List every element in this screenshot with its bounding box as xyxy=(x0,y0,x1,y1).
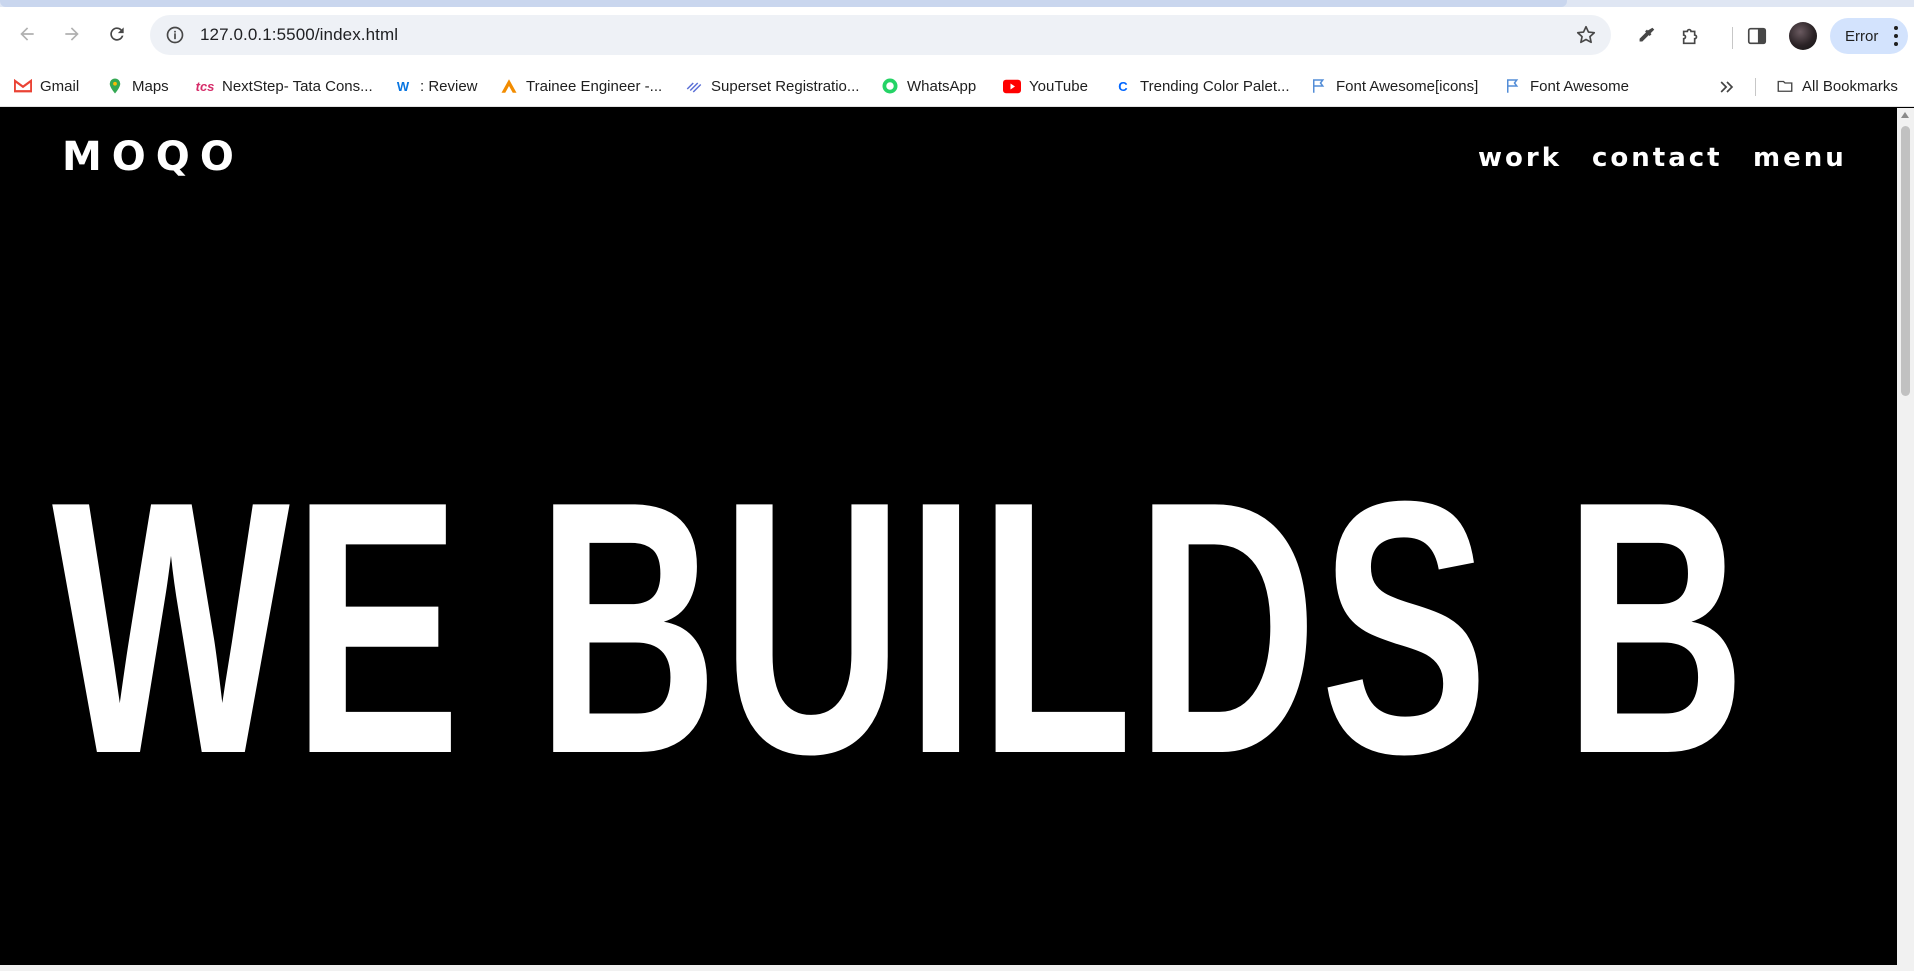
forward-button[interactable] xyxy=(55,17,89,51)
page-viewport: MOQO work contact menu WE BUILDS B xyxy=(0,108,1897,965)
bookmark-review[interactable]: W : Review xyxy=(394,74,478,98)
horizontal-scrollbar[interactable] xyxy=(0,965,1914,971)
nav-work-link[interactable]: work xyxy=(1478,143,1562,173)
maps-icon xyxy=(106,77,124,95)
scroll-up-arrow-icon[interactable] xyxy=(1901,112,1909,118)
arrow-right-icon xyxy=(65,27,79,41)
nav-contact-link[interactable]: contact xyxy=(1592,143,1723,173)
reload-button[interactable] xyxy=(100,17,134,51)
site-header: MOQO work contact menu xyxy=(0,108,1897,208)
arrow-left-icon xyxy=(20,27,34,41)
kebab-menu-icon[interactable] xyxy=(1894,26,1898,46)
bookmark-whatsapp[interactable]: WhatsApp xyxy=(881,74,976,98)
bookmark-star-icon[interactable] xyxy=(1575,24,1597,46)
active-tab-edge[interactable] xyxy=(0,0,1567,7)
all-bookmarks-button[interactable]: All Bookmarks xyxy=(1776,74,1898,98)
trainee-icon xyxy=(500,77,518,95)
tab-strip xyxy=(0,0,1914,7)
folder-icon xyxy=(1776,77,1794,95)
hero-section: WE BUILDS B xyxy=(52,448,1897,808)
profile-avatar[interactable] xyxy=(1789,22,1817,50)
browser-toolbar: 127.0.0.1:5500/index.html Error xyxy=(0,7,1914,65)
bookmark-trainee-engineer[interactable]: Trainee Engineer -... xyxy=(500,74,662,98)
gmail-icon xyxy=(14,77,32,95)
flag-icon xyxy=(1310,77,1328,95)
bookmark-font-awesome-icons[interactable]: Font Awesome[icons] xyxy=(1310,74,1478,98)
youtube-icon xyxy=(1003,77,1021,95)
workday-icon: W xyxy=(396,78,410,94)
flag-icon xyxy=(1504,77,1522,95)
bookmark-maps[interactable]: Maps xyxy=(106,74,169,98)
bookmarks-divider xyxy=(1755,78,1756,96)
whatsapp-icon xyxy=(881,77,899,95)
side-panel-icon[interactable] xyxy=(1745,24,1769,48)
bookmark-gmail[interactable]: Gmail xyxy=(14,74,79,98)
bookmark-superset[interactable]: Superset Registratio... xyxy=(685,74,859,98)
back-button[interactable] xyxy=(10,17,44,51)
address-bar[interactable]: 127.0.0.1:5500/index.html xyxy=(150,15,1611,55)
profile-error-label: Error xyxy=(1845,27,1879,45)
extensions-puzzle-icon[interactable] xyxy=(1679,24,1703,48)
tcs-icon: tcs xyxy=(195,78,215,94)
profile-error-button[interactable]: Error xyxy=(1830,18,1908,54)
scrollbar-thumb[interactable] xyxy=(1901,126,1910,396)
nav-menu-link[interactable]: menu xyxy=(1753,143,1847,173)
eyedropper-icon[interactable] xyxy=(1634,24,1658,48)
coolors-icon: C xyxy=(1118,78,1128,94)
bookmark-color-palette[interactable]: C Trending Color Palet... xyxy=(1114,74,1289,98)
site-info-icon[interactable] xyxy=(164,24,186,46)
bookmarks-bar: Gmail Maps tcs NextStep- Tata Cons... W … xyxy=(0,65,1914,107)
hero-heading: WE BUILDS B xyxy=(52,427,1749,829)
reload-icon xyxy=(110,27,124,41)
url-text[interactable]: 127.0.0.1:5500/index.html xyxy=(200,25,398,45)
superset-icon xyxy=(685,77,703,95)
site-logo[interactable]: MOQO xyxy=(62,134,244,180)
chevron-double-right-icon[interactable] xyxy=(1717,77,1737,97)
bookmark-nextstep[interactable]: tcs NextStep- Tata Cons... xyxy=(196,74,373,98)
bookmark-font-awesome[interactable]: Font Awesome xyxy=(1504,74,1629,98)
bookmark-youtube[interactable]: YouTube xyxy=(1003,74,1088,98)
toolbar-divider xyxy=(1732,27,1733,49)
vertical-scrollbar[interactable] xyxy=(1897,108,1914,965)
